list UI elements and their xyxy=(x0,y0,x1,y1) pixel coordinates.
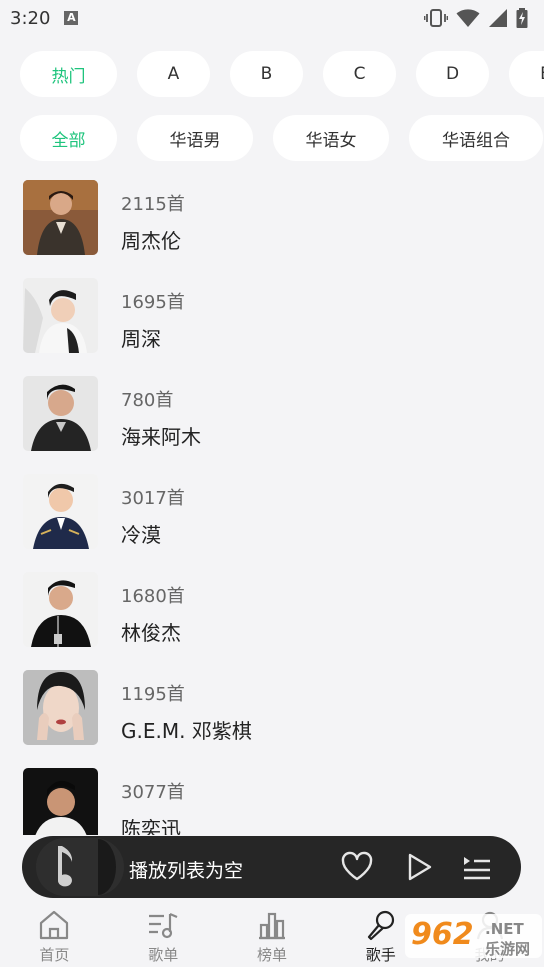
chart-icon xyxy=(258,912,285,940)
artist-row[interactable]: 3077首 陈奕迅 xyxy=(0,768,544,835)
play-icon[interactable] xyxy=(402,850,436,884)
artist-avatar xyxy=(23,474,98,549)
player-status-text: 播放列表为空 xyxy=(129,860,244,882)
artist-song-count: 3077首 xyxy=(121,782,185,803)
artist-row[interactable]: 2115首 周杰伦 xyxy=(0,180,544,256)
tab-home[interactable]: 首页 xyxy=(0,898,109,967)
artist-name: 周杰伦 xyxy=(121,229,181,253)
chip-label: B xyxy=(260,64,273,84)
microphone-icon xyxy=(367,910,394,941)
letter-filter-row: 热门 A B C D E xyxy=(0,51,544,99)
chip-label: 华语女 xyxy=(305,130,357,151)
artist-row[interactable]: 1680首 林俊杰 xyxy=(0,572,544,648)
chip-letter-a[interactable]: A xyxy=(137,51,210,97)
tab-charts[interactable]: 榜单 xyxy=(218,898,327,967)
artist-name: 陈奕迅 xyxy=(121,817,181,835)
home-icon xyxy=(40,910,69,940)
status-bar: 3:20 A xyxy=(0,0,544,36)
chip-label: 热门 xyxy=(51,66,86,87)
artist-name: 林俊杰 xyxy=(121,621,181,645)
artist-avatar xyxy=(23,670,98,745)
artist-avatar xyxy=(23,768,98,835)
chip-label: 华语男 xyxy=(169,130,221,151)
mini-player[interactable]: 播放列表为空 xyxy=(22,836,521,898)
artist-avatar xyxy=(23,278,98,353)
chip-label: 华语组合 xyxy=(442,130,510,151)
artist-name: 冷漠 xyxy=(121,523,161,547)
heart-icon[interactable] xyxy=(340,850,374,884)
artist-name: 周深 xyxy=(121,327,161,351)
artist-avatar xyxy=(23,376,98,451)
signal-icon xyxy=(489,9,507,27)
tab-label: 歌单 xyxy=(148,946,179,964)
artist-song-count: 2115首 xyxy=(121,194,185,215)
chip-label: E xyxy=(540,64,544,84)
chip-label: A xyxy=(167,64,180,84)
chip-label: D xyxy=(445,64,460,84)
tab-label: 歌手 xyxy=(365,946,396,964)
artist-row[interactable]: 780首 海来阿木 xyxy=(0,376,544,452)
chip-letter-e[interactable]: E xyxy=(509,51,544,97)
playlist-queue-icon[interactable] xyxy=(460,850,494,884)
artist-list: 2115首 周杰伦 1695首 周深 780首 海来阿木 3017首 冷漠 16… xyxy=(0,180,544,835)
watermark-suffix: .NET xyxy=(485,920,524,938)
artist-song-count: 3017首 xyxy=(121,488,185,509)
artist-row[interactable]: 3017首 冷漠 xyxy=(0,474,544,550)
watermark-site: 乐游网 xyxy=(485,940,530,958)
artist-song-count: 1680首 xyxy=(121,586,185,607)
artist-song-count: 1695首 xyxy=(121,292,185,313)
notification-a-icon: A xyxy=(64,11,79,25)
artist-name: 海来阿木 xyxy=(121,425,201,449)
site-watermark-logo: 962 .NET 乐游网 xyxy=(405,914,542,958)
artist-name: G.E.M. 邓紫棋 xyxy=(121,719,252,743)
chip-all[interactable]: 全部 xyxy=(20,115,117,161)
artist-avatar xyxy=(23,572,98,647)
chip-chinese-group[interactable]: 华语组合 xyxy=(409,115,543,161)
vibrate-icon xyxy=(424,9,448,27)
chip-chinese-male[interactable]: 华语男 xyxy=(137,115,253,161)
chip-hot[interactable]: 热门 xyxy=(20,51,117,97)
chip-label: C xyxy=(353,64,366,84)
artist-row[interactable]: 1195首 G.E.M. 邓紫棋 xyxy=(0,670,544,746)
artist-row[interactable]: 1695首 周深 xyxy=(0,278,544,354)
playlist-icon xyxy=(149,912,178,939)
category-filter-row: 全部 华语男 华语女 华语组合 xyxy=(0,115,544,163)
album-disc[interactable] xyxy=(36,838,124,896)
chip-chinese-female[interactable]: 华语女 xyxy=(273,115,389,161)
music-note-icon xyxy=(36,838,116,896)
status-time: 3:20 xyxy=(10,7,51,29)
chip-label: 全部 xyxy=(51,130,86,151)
tab-label: 首页 xyxy=(39,946,70,964)
wifi-icon xyxy=(456,9,480,27)
artist-song-count: 1195首 xyxy=(121,684,185,705)
artist-song-count: 780首 xyxy=(121,390,174,411)
battery-icon xyxy=(516,8,528,28)
tab-label: 榜单 xyxy=(256,946,287,964)
tab-playlists[interactable]: 歌单 xyxy=(109,898,218,967)
watermark-number: 962 xyxy=(411,917,474,952)
chip-letter-c[interactable]: C xyxy=(323,51,396,97)
chip-letter-d[interactable]: D xyxy=(416,51,489,97)
chip-letter-b[interactable]: B xyxy=(230,51,303,97)
artist-avatar xyxy=(23,180,98,255)
